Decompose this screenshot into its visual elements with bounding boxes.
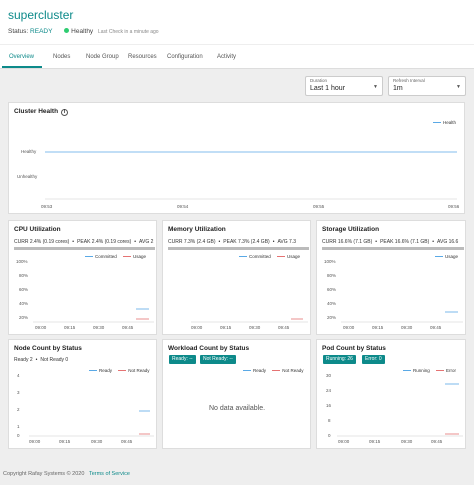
memory-chart — [191, 318, 308, 323]
chevron-down-icon: ▼ — [456, 84, 461, 90]
cluster-header: supercluster Status: READY Healthy Last … — [0, 0, 474, 44]
x-tick: 09:15 — [369, 439, 381, 444]
cluster-health-card: Cluster Health i Health Healthy Unhealthy… — [8, 102, 465, 214]
x-tick: 09:45 — [122, 325, 134, 330]
footer: Copyright Rafay Systems © 2020 Terms of … — [3, 471, 130, 477]
last-check-text: Last Check in a minute ago — [98, 29, 159, 35]
storage-chart — [341, 311, 463, 323]
node-count-card: Node Count by Status Ready 2 • Not Ready 0… — [8, 339, 157, 449]
tab-configuration[interactable]: Configuration — [167, 54, 203, 60]
cpu-chart — [33, 308, 154, 323]
x-tick: 09:30 — [401, 439, 413, 444]
x-tick: 09:00 — [338, 439, 350, 444]
pod-count-chart — [337, 383, 463, 437]
health-text: Healthy — [71, 28, 94, 35]
cpu-utilization-card: CPU Utilization CURR 2.4% (0.19 cores) • P… — [8, 220, 157, 335]
x-tick: 09:56 — [448, 204, 460, 209]
status-label: Status: — [8, 28, 29, 35]
x-tick: 09:30 — [91, 439, 103, 444]
tab-activity[interactable]: Activity — [217, 54, 236, 60]
active-tab-indicator — [2, 66, 42, 68]
terms-of-service-link[interactable]: Terms of Service — [89, 471, 130, 477]
x-tick: 09:00 — [29, 439, 41, 444]
pod-count-card: Pod Count by Status Running: 26 Error: 0… — [316, 339, 466, 449]
x-tick: 09:45 — [431, 439, 443, 444]
storage-utilization-card: Storage Utilization CURR 16.6% (7.1 GB) •… — [316, 220, 466, 335]
workload-count-card: Workload Count by Status Ready: -- Not R… — [162, 339, 311, 449]
node-count-chart — [29, 410, 154, 437]
refresh-interval-value: 1m — [393, 85, 403, 92]
tab-bar: Overview Nodes Node Group Resources Conf… — [0, 44, 474, 69]
status-value: READY — [30, 28, 53, 35]
x-tick: 09:00 — [343, 325, 355, 330]
x-tick: 09:55 — [313, 204, 325, 209]
workload-ready-button[interactable]: Ready: -- — [169, 355, 196, 364]
cluster-title: supercluster — [8, 8, 74, 22]
x-tick: 09:30 — [401, 325, 413, 330]
x-tick: 09:30 — [93, 325, 105, 330]
x-tick: 09:45 — [430, 325, 442, 330]
health-dot-icon — [64, 28, 70, 33]
tab-overview[interactable]: Overview — [9, 54, 34, 60]
x-tick: 09:53 — [41, 204, 53, 209]
health-chart — [45, 151, 457, 200]
x-tick: 09:45 — [121, 439, 133, 444]
status-row: Status: READY Healthy Last Check in a mi… — [8, 28, 159, 35]
workload-legend: Ready Not Ready — [243, 368, 304, 373]
workload-not-ready-button[interactable]: Not Ready: -- — [200, 355, 236, 364]
x-tick: 09:15 — [220, 325, 232, 330]
x-tick: 09:15 — [59, 439, 71, 444]
tab-resources[interactable]: Resources — [128, 54, 157, 60]
chevron-down-icon: ▼ — [373, 84, 378, 90]
x-tick: 09:00 — [191, 325, 203, 330]
refresh-interval-select[interactable]: Refresh Interval 1m ▼ — [388, 76, 466, 96]
x-tick: 09:54 — [177, 204, 189, 209]
duration-value: Last 1 hour — [310, 85, 346, 92]
duration-label: Duration — [310, 78, 328, 83]
x-tick: 09:15 — [64, 325, 76, 330]
copyright-text: Copyright Rafay Systems © 2020 — [3, 471, 85, 477]
duration-select[interactable]: Duration Last 1 hour ▼ — [305, 76, 383, 96]
tab-nodes[interactable]: Nodes — [53, 54, 70, 60]
memory-utilization-card: Memory Utilization CURR 7.3% (2.4 GB) • PE… — [162, 220, 311, 335]
workload-count-title: Workload Count by Status — [168, 345, 250, 352]
x-tick: 09:45 — [278, 325, 290, 330]
no-data-message: No data available. — [209, 405, 266, 412]
x-tick: 09:15 — [372, 325, 384, 330]
refresh-interval-label: Refresh Interval — [393, 78, 425, 83]
tab-node-group[interactable]: Node Group — [86, 54, 119, 60]
x-tick: 09:30 — [249, 325, 261, 330]
x-tick: 09:00 — [35, 325, 47, 330]
